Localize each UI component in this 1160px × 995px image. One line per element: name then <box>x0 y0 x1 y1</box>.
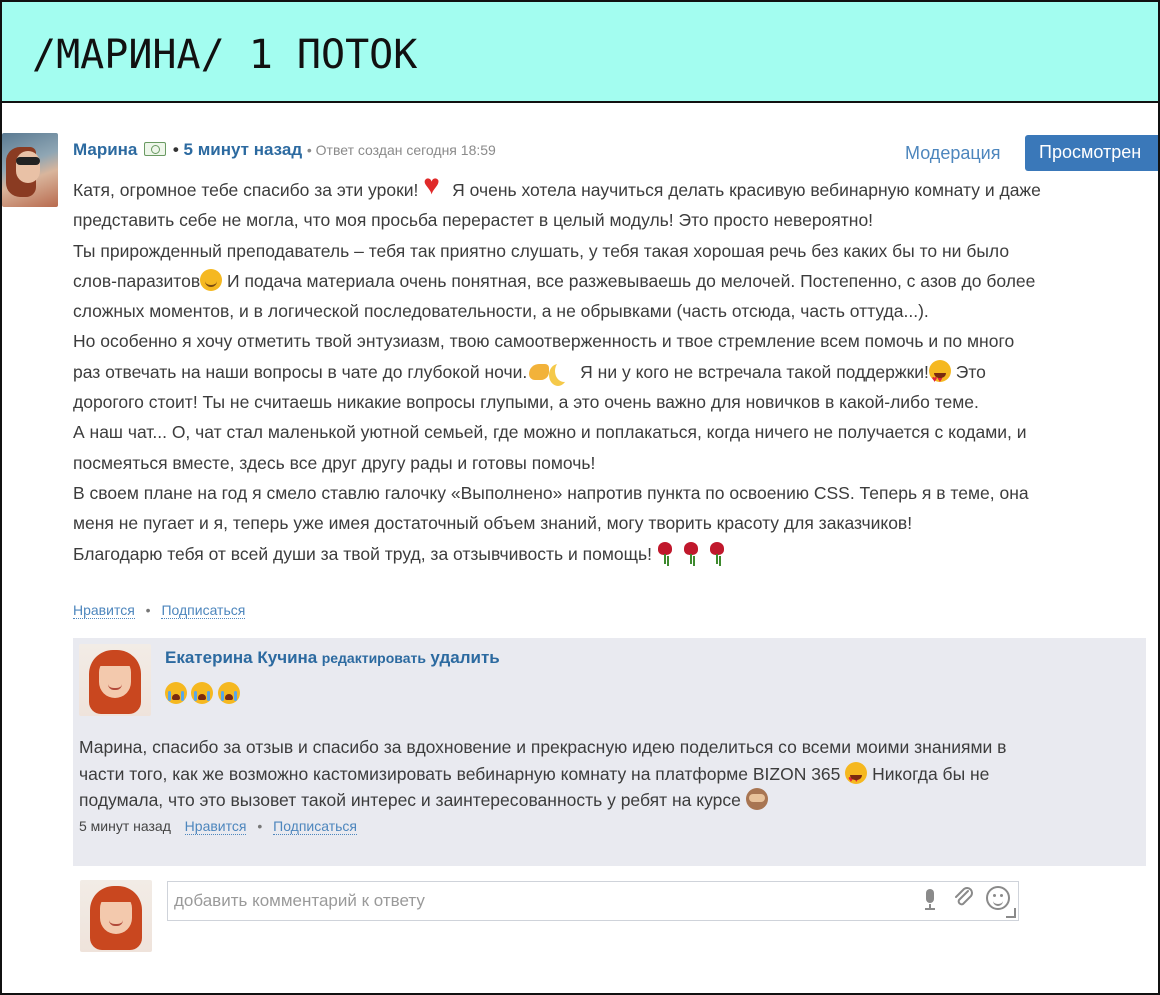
crying-face-emoji-icon <box>191 682 214 704</box>
moderation-link[interactable]: Модерация <box>905 143 1000 164</box>
reply-text: Марина, спасибо за отзыв и спасибо за вд… <box>79 734 1145 814</box>
review-line: Ты прирожденный преподаватель – тебя так… <box>73 240 1010 261</box>
review-header: Марина • 5 минут назад • Ответ создан се… <box>73 140 496 160</box>
comment-input[interactable] <box>167 881 1019 921</box>
delete-link[interactable]: удалить <box>430 648 499 667</box>
current-user-avatar <box>80 880 152 952</box>
reply-actions-separator: • <box>257 818 263 834</box>
smiling-face-emoji-icon <box>200 268 223 291</box>
author-name[interactable]: Марина <box>73 140 137 159</box>
reply-header: Екатерина Кучина редактировать удалить <box>165 648 500 668</box>
heart-eyes-emoji-icon <box>845 761 868 792</box>
like-link[interactable]: Нравится <box>73 602 135 619</box>
review-text: Катя, огромное тебе спасибо за эти уроки… <box>73 170 1158 569</box>
reply-author-avatar[interactable] <box>79 644 151 716</box>
reply-line: подумала, что это вызовет такой интерес … <box>79 790 741 810</box>
page-frame: /МАРИНА/ 1 ПОТОК Марина • 5 минут назад … <box>0 0 1160 995</box>
paperclip-icon[interactable] <box>953 886 975 916</box>
reply-meta: 5 минут назад Нравится • Подписаться <box>79 818 358 835</box>
actions-separator: • <box>145 602 151 618</box>
rose-emoji-icon <box>678 541 704 564</box>
crying-face-emoji-icon <box>217 682 240 704</box>
review-line: Благодарю тебя от всей души за твой труд… <box>73 543 652 564</box>
review-line: слов-паразитов <box>73 270 201 291</box>
reply-emojis <box>165 682 240 705</box>
review-actions: Нравится • Подписаться <box>73 602 246 619</box>
flexed-biceps-emoji-icon <box>527 360 551 382</box>
reply-card: Екатерина Кучина редактировать удалить М… <box>73 638 1146 866</box>
review-line: дорогого стоит! Ты не считаешь никакие в… <box>73 392 979 413</box>
review-line: И подача материала очень понятная, все р… <box>227 270 1036 291</box>
reply-line: Марина, спасибо за отзыв и спасибо за вд… <box>79 737 1007 757</box>
review-line: Я очень хотела научиться делать красивую… <box>452 180 1041 200</box>
reply-time: 5 минут назад <box>79 818 171 834</box>
review-line: посмеяться вместе, здесь все друг другу … <box>73 452 596 473</box>
review-time-link[interactable]: 5 минут назад <box>184 140 303 159</box>
review-line: А наш чат... О, чат стал маленькой уютно… <box>73 422 1027 443</box>
header-separator: • <box>172 140 179 159</box>
subscribe-link[interactable]: Подписаться <box>161 602 246 619</box>
viewed-button[interactable]: Просмотрен <box>1025 135 1158 171</box>
banner: /МАРИНА/ 1 ПОТОК <box>2 2 1158 103</box>
crying-face-emoji-icon <box>165 682 187 704</box>
review-line: Я ни у кого не встречала такой поддержки… <box>580 361 929 382</box>
reply-author-name[interactable]: Екатерина Кучина <box>165 648 317 667</box>
review-created-meta: • Ответ создан сегодня 18:59 <box>306 142 496 158</box>
review-line: Но особенно я хочу отметить твой энтузиа… <box>73 331 1015 352</box>
money-badge-icon <box>144 142 167 156</box>
resize-handle-icon[interactable] <box>1006 908 1016 918</box>
red-heart-emoji-icon <box>423 170 447 200</box>
rose-emoji-icon <box>704 541 730 564</box>
crescent-moon-emoji-icon <box>551 360 575 382</box>
review-line: сложных моментов, и в логической последо… <box>73 301 929 322</box>
emoji-picker-icon[interactable] <box>986 886 1010 910</box>
banner-title: /МАРИНА/ 1 ПОТОК <box>32 32 418 78</box>
review-line: представить себе не могла, что моя прось… <box>73 210 874 231</box>
reply-like-link[interactable]: Нравится <box>184 818 247 835</box>
reply-line: Никогда бы не <box>872 763 990 784</box>
microphone-icon[interactable] <box>923 889 937 911</box>
see-no-evil-monkey-emoji-icon <box>745 788 768 810</box>
review-line: меня не пугает и я, теперь уже имея дост… <box>73 513 913 534</box>
review-line: раз отвечать на наши вопросы в чате до г… <box>73 361 528 382</box>
review-line: Это <box>955 361 986 382</box>
edit-link[interactable]: редактировать <box>322 650 426 666</box>
review-line: В своем плане на год я смело ставлю гало… <box>73 482 1029 503</box>
reply-line: части того, как же возможно кастомизиров… <box>79 763 841 784</box>
author-avatar[interactable] <box>2 133 58 207</box>
reply-subscribe-link[interactable]: Подписаться <box>273 818 358 835</box>
rose-emoji-icon <box>652 541 678 564</box>
heart-eyes-emoji-icon <box>928 359 951 394</box>
review-line: Катя, огромное тебе спасибо за эти уроки… <box>73 180 419 200</box>
